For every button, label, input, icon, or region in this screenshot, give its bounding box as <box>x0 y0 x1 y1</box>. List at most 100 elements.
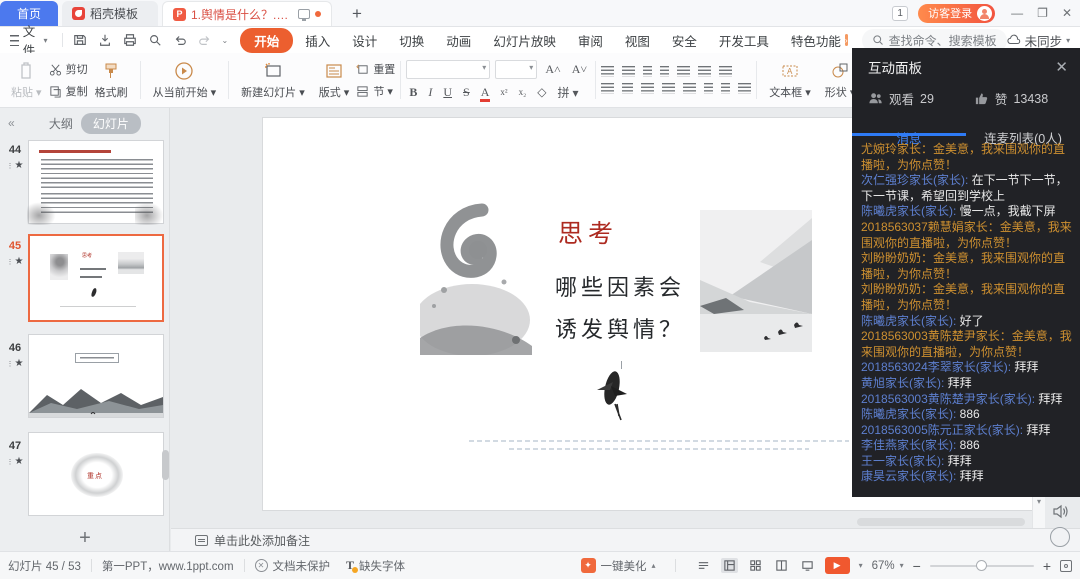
strikethrough-button[interactable]: S <box>460 85 473 100</box>
export-icon[interactable] <box>97 32 113 48</box>
clear-format-button[interactable]: ◇ <box>534 85 549 100</box>
zoom-in-button[interactable]: + <box>1043 558 1051 574</box>
increase-font-button[interactable]: A˄ <box>542 62 563 77</box>
justify-icon[interactable] <box>662 83 675 94</box>
slide-layout-button[interactable]: 版式 ▾ <box>312 57 357 103</box>
protection-status[interactable]: ✕ 文档未保护 <box>255 558 331 574</box>
text-direction-icon[interactable] <box>677 66 690 77</box>
italic-button[interactable]: I <box>425 85 435 100</box>
chat-message-list[interactable]: 尤婉玲家长：金美意，我来围观你的直播啦，为你点赞！次仁强珍家长(家长): 在下一… <box>852 140 1080 497</box>
undo-icon[interactable] <box>172 32 188 48</box>
section-button[interactable]: 节 ▾ <box>356 83 395 99</box>
reading-view-button[interactable] <box>773 558 790 573</box>
feature-arrow-icon[interactable]: › <box>845 34 848 46</box>
subscript-button[interactable]: x₂ <box>516 87 530 97</box>
beautify-button[interactable]: 一键美化 ▴ <box>581 558 656 574</box>
thumbnail-scrollbar[interactable] <box>162 450 169 480</box>
menu-tab-11[interactable]: 特色功能 <box>781 28 851 53</box>
zoom-slider[interactable] <box>930 565 1034 567</box>
new-slide-button[interactable]: 新建幻灯片 ▾ <box>234 57 312 103</box>
paste-button[interactable]: 粘贴 ▾ <box>4 57 49 103</box>
bullet-list-icon[interactable] <box>601 66 614 77</box>
save-icon[interactable] <box>72 32 88 48</box>
menu-tab-5[interactable]: 动画 <box>436 28 481 53</box>
add-slide-button[interactable]: + <box>0 527 170 550</box>
present-mode-icon[interactable] <box>298 9 310 19</box>
slide-title[interactable]: 思考 <box>558 214 618 250</box>
cut-button[interactable]: 剪切 <box>49 61 88 77</box>
font-family-select[interactable] <box>406 60 490 79</box>
reset-slide-button[interactable]: 重置 <box>356 61 395 77</box>
distribute-icon[interactable] <box>683 83 696 94</box>
zoom-level[interactable]: 67%▾ <box>872 560 904 572</box>
font-size-select[interactable] <box>495 60 537 79</box>
copy-button[interactable]: 复制 <box>49 83 88 99</box>
menu-tab-7[interactable]: 审阅 <box>568 28 613 53</box>
vertical-text-icon[interactable] <box>721 83 730 94</box>
menu-tab-10[interactable]: 开发工具 <box>709 28 779 53</box>
speaker-icon[interactable] <box>1051 502 1070 521</box>
numbered-list-icon[interactable] <box>622 66 635 77</box>
font-color-button[interactable]: A <box>478 85 493 100</box>
slide-sorter-button[interactable] <box>747 558 764 573</box>
increase-indent-icon[interactable] <box>660 66 669 77</box>
paragraph-more-icon[interactable] <box>738 83 751 94</box>
new-tab-button[interactable]: + <box>344 2 370 26</box>
toolbar-more-icon[interactable]: ⌄ <box>222 36 229 45</box>
notes-view-button[interactable] <box>695 558 712 573</box>
zoom-slider-knob[interactable] <box>976 560 987 571</box>
notification-badge[interactable]: 1 <box>892 6 908 21</box>
fit-to-window-icon[interactable] <box>1060 560 1072 572</box>
canvas-vertical-scrollbar[interactable]: ▾ <box>1032 497 1045 528</box>
superscript-button[interactable]: x² <box>497 87 510 97</box>
notes-bar[interactable]: 单击此处添加备注 <box>171 528 1080 551</box>
tab-docer-templates[interactable]: 稻壳模板 <box>62 1 158 26</box>
maximize-button[interactable]: ❐ <box>1037 3 1048 23</box>
canvas-horizontal-scrollbar[interactable] <box>857 518 1025 526</box>
print-icon[interactable] <box>122 32 138 48</box>
sync-status-button[interactable]: 未同步 ▾ <box>1007 31 1071 50</box>
play-slideshow-button[interactable]: ▶ <box>825 557 850 574</box>
play-from-current-button[interactable]: 从当前开始 ▾ <box>146 57 224 103</box>
guest-login-button[interactable]: 访客登录 <box>918 4 995 23</box>
print-preview-icon[interactable] <box>147 32 163 48</box>
menu-tab-3[interactable]: 设计 <box>342 28 387 53</box>
close-button[interactable]: ✕ <box>1062 3 1072 23</box>
slide-thumbnail-44[interactable] <box>28 140 164 224</box>
bold-button[interactable]: B <box>406 85 420 100</box>
menu-tab-8[interactable]: 视图 <box>615 28 660 53</box>
menu-tab-1[interactable]: 开始 <box>240 28 293 53</box>
tab-document[interactable]: P 1.舆情是什么？.pptx <box>162 1 332 26</box>
decrease-indent-icon[interactable] <box>643 66 652 77</box>
normal-view-button[interactable] <box>721 558 738 573</box>
slide-thumbnail-46[interactable] <box>28 334 164 418</box>
slideshow-view-button[interactable] <box>799 558 816 573</box>
align-center-icon[interactable] <box>622 83 633 94</box>
missing-fonts-button[interactable]: T 缺失字体 <box>346 558 405 574</box>
ink-landscape-image[interactable] <box>700 210 812 352</box>
columns-icon[interactable] <box>704 83 713 94</box>
menu-tab-9[interactable]: 安全 <box>662 28 707 53</box>
format-painter-button[interactable]: 格式刷 <box>88 57 135 103</box>
underline-button[interactable]: U <box>440 85 455 100</box>
redo-icon[interactable] <box>197 32 213 48</box>
phonetic-guide-button[interactable]: 拼 ▾ <box>554 84 581 101</box>
decrease-font-button[interactable]: A˅ <box>569 62 590 77</box>
align-right-icon[interactable] <box>641 83 654 94</box>
menu-tab-4[interactable]: 切换 <box>389 28 434 53</box>
slide-thumbnail-45-selected[interactable]: 思考 <box>28 234 164 322</box>
align-left-icon[interactable] <box>601 83 614 94</box>
minimize-button[interactable]: — <box>1011 3 1023 23</box>
play-options-icon[interactable]: ▾ <box>859 561 863 570</box>
zoom-out-button[interactable]: − <box>913 558 921 574</box>
menu-tab-2[interactable]: 插入 <box>295 28 340 53</box>
collapse-panel-button[interactable]: « <box>0 116 21 130</box>
float-page-button[interactable] <box>1050 527 1070 547</box>
menu-tab-6[interactable]: 幻灯片放映 <box>483 28 566 53</box>
ink-swirl-image[interactable] <box>420 198 532 355</box>
slide-body-line2[interactable]: 诱发舆情？ <box>555 312 685 344</box>
tab-slides[interactable]: 幻灯片 <box>81 113 141 134</box>
slide-body-line1[interactable]: 哪些因素会 <box>555 270 685 302</box>
placeholder-icon[interactable] <box>698 66 711 77</box>
slide-thumbnail-47[interactable]: 重点 <box>28 432 164 516</box>
